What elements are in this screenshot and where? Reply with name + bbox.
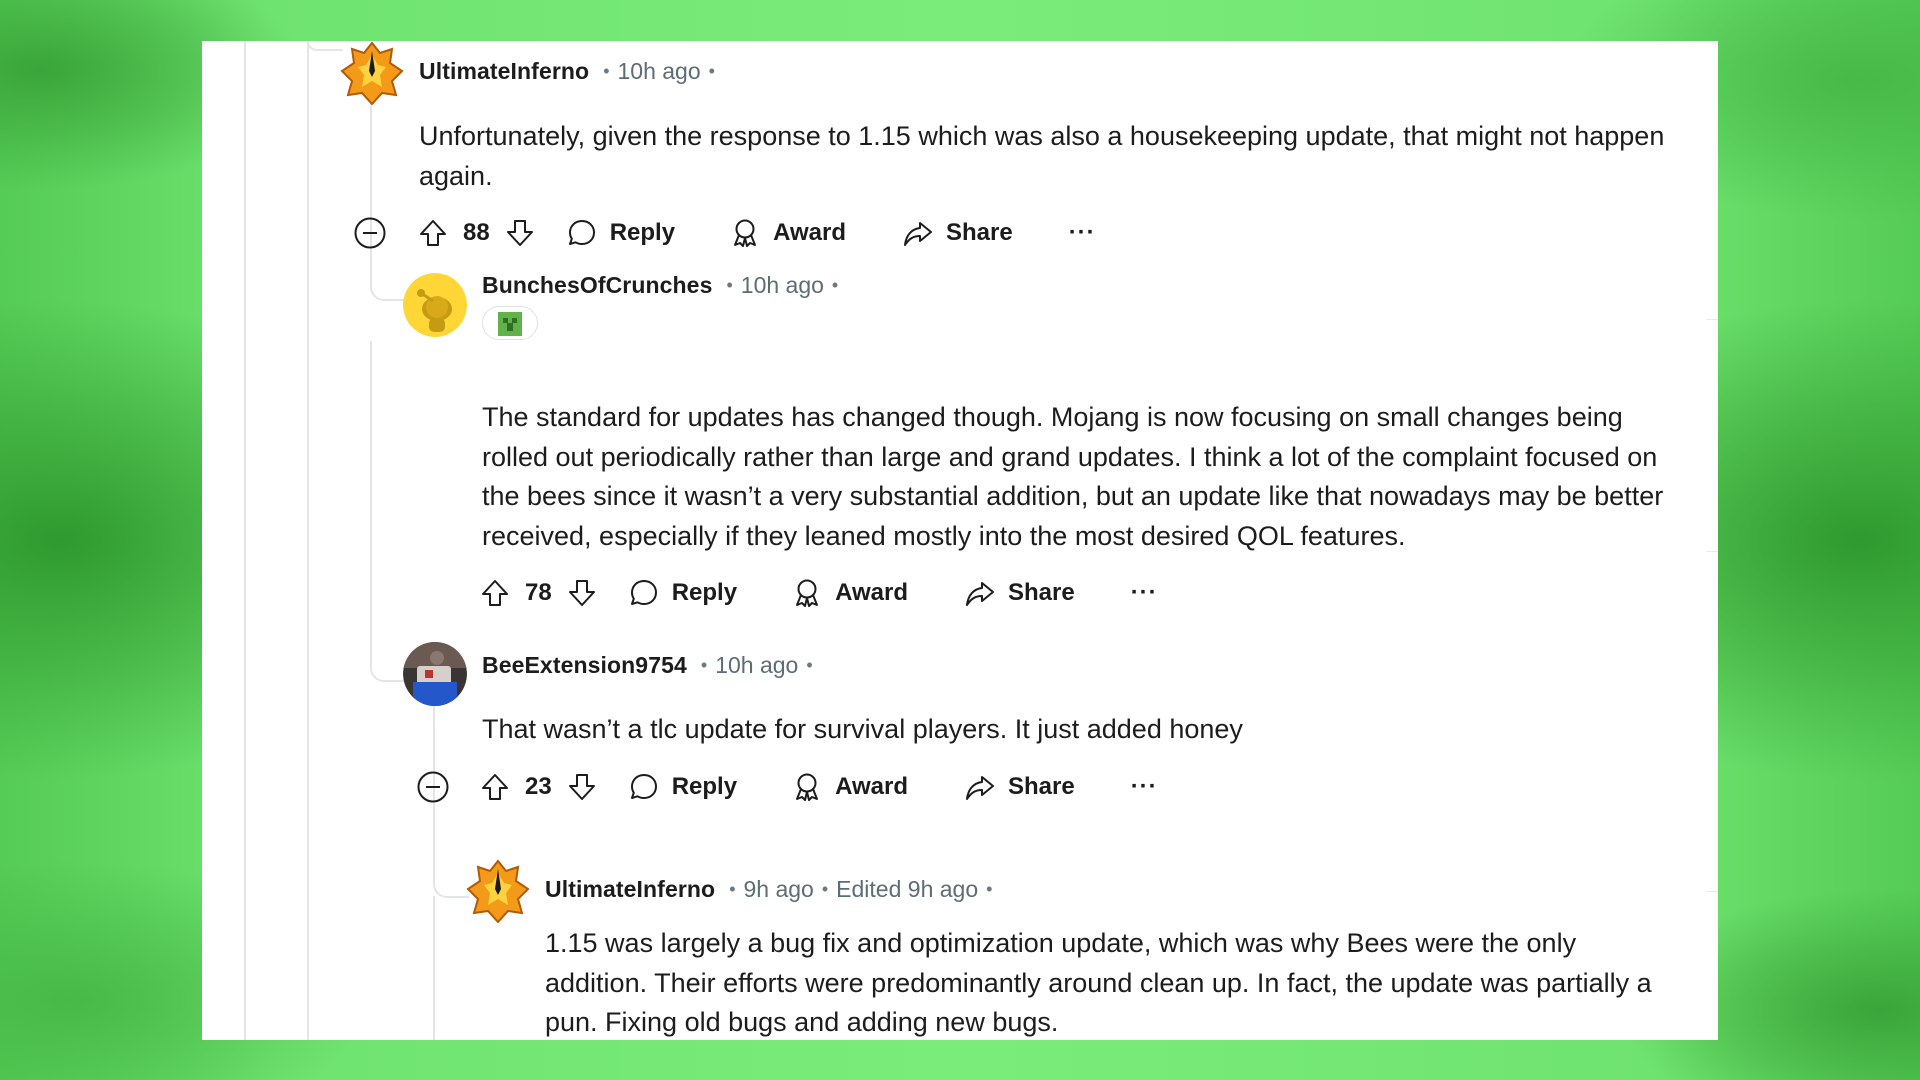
more-options-button[interactable]: ···	[1131, 773, 1158, 801]
share-label: Share	[1007, 773, 1075, 800]
share-arrow-icon	[964, 577, 996, 609]
reply-button[interactable]: Reply	[628, 771, 737, 803]
speech-bubble-icon	[628, 771, 660, 803]
username[interactable]: UltimateInferno	[419, 58, 589, 85]
vote-score: 23	[525, 773, 552, 800]
collapse-thread-button[interactable]	[417, 771, 449, 803]
reply-button[interactable]: Reply	[628, 577, 737, 609]
award-button[interactable]: Award	[729, 217, 846, 249]
downvote-arrow-icon[interactable]	[566, 577, 598, 609]
comment-meta: UltimateInferno • 10h ago •	[419, 57, 715, 85]
timestamp[interactable]: 10h ago	[741, 272, 824, 299]
more-options-button[interactable]: ···	[1069, 219, 1096, 247]
thread-connector	[370, 341, 410, 682]
speech-bubble-icon	[566, 217, 598, 249]
comment-actions: 23 Reply Award Share ···	[479, 767, 1158, 807]
share-label: Share	[1007, 579, 1075, 606]
reply-label: Reply	[671, 773, 738, 800]
comment-body: Unfortunately, given the response to 1.1…	[419, 121, 1665, 191]
share-button[interactable]: Share	[964, 771, 1075, 803]
award-ribbon-icon	[791, 577, 823, 609]
username[interactable]: BunchesOfCrunches	[482, 272, 712, 299]
more-options-button[interactable]: ···	[1131, 579, 1158, 607]
timestamp[interactable]: 10h ago	[618, 58, 701, 85]
comment-actions: 88 Reply Award Share ···	[417, 213, 1096, 253]
upvote-arrow-icon[interactable]	[479, 577, 511, 609]
timestamp[interactable]: 9h ago	[744, 876, 814, 903]
photo-avatar-icon[interactable]	[403, 642, 467, 706]
upvote-arrow-icon[interactable]	[417, 217, 449, 249]
award-button[interactable]: Award	[791, 577, 908, 609]
comment-body: 1.15 was largely a bug fix and optimizat…	[545, 928, 1652, 1037]
thread-line-root[interactable]	[244, 41, 246, 1040]
award-label: Award	[773, 219, 846, 246]
comment-body: The standard for updates has changed tho…	[482, 402, 1664, 551]
thread-line-comment-3-child[interactable]	[433, 896, 435, 1040]
upvote-arrow-icon[interactable]	[479, 771, 511, 803]
vote-score: 78	[525, 579, 552, 606]
thread-line-level-1[interactable]	[307, 41, 309, 1040]
comment-meta: BeeExtension9754 • 10h ago •	[482, 651, 813, 679]
creeper-flair-icon	[482, 306, 538, 340]
downvote-arrow-icon[interactable]	[504, 217, 536, 249]
share-button[interactable]: Share	[902, 217, 1013, 249]
username[interactable]: BeeExtension9754	[482, 652, 687, 679]
username[interactable]: UltimateInferno	[545, 876, 715, 903]
reply-button[interactable]: Reply	[566, 217, 675, 249]
comment-meta: UltimateInferno • 9h ago • Edited 9h ago…	[545, 875, 993, 903]
flame-emblem-avatar-icon[interactable]	[466, 859, 530, 923]
share-arrow-icon	[902, 217, 934, 249]
comment-meta: BunchesOfCrunches • 10h ago •	[482, 271, 839, 299]
reply-label: Reply	[609, 219, 676, 246]
flame-emblem-avatar-icon[interactable]	[340, 41, 404, 105]
share-label: Share	[945, 219, 1013, 246]
edited-label: Edited 9h ago	[836, 875, 979, 902]
comment-thread-card: UltimateInferno • 10h ago • Unfortunatel…	[202, 41, 1718, 1040]
collapse-thread-button[interactable]	[354, 217, 386, 249]
award-button[interactable]: Award	[791, 771, 908, 803]
reply-label: Reply	[671, 579, 738, 606]
share-arrow-icon	[964, 771, 996, 803]
downvote-arrow-icon[interactable]	[566, 771, 598, 803]
timestamp[interactable]: 10h ago	[715, 652, 798, 679]
award-label: Award	[835, 773, 908, 800]
thread-connector	[307, 41, 343, 51]
vote-score: 88	[463, 219, 490, 246]
snoo-avatar-icon[interactable]	[403, 273, 467, 337]
comment-actions: 78 Reply Award Share ···	[479, 573, 1158, 613]
award-ribbon-icon	[729, 217, 761, 249]
speech-bubble-icon	[628, 577, 660, 609]
share-button[interactable]: Share	[964, 577, 1075, 609]
award-ribbon-icon	[791, 771, 823, 803]
award-label: Award	[835, 579, 908, 606]
comment-body: That wasn’t a tlc update for survival pl…	[482, 714, 1243, 744]
